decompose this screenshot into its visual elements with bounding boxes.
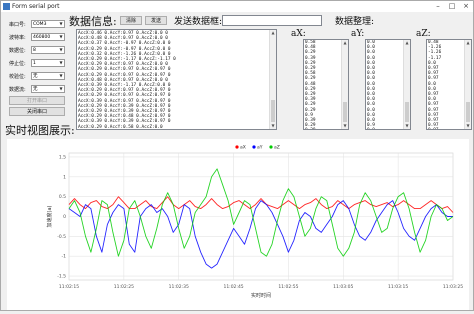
clear-button[interactable]: 清除 xyxy=(120,16,142,25)
chevron-up-icon[interactable]: ▲ xyxy=(404,40,410,46)
ay-label: aY: xyxy=(351,29,365,39)
ay-list[interactable]: 0.0 0.0 0.0 0.0 0.0 0.0 0.0 0.0 0.0 0.0 0.0 0.0 0.0 0… xyxy=(365,39,411,130)
y-tick-label: 0.5 xyxy=(59,194,66,200)
port-label: 串口号: xyxy=(9,22,26,28)
send-title: 发送数据框: xyxy=(174,17,223,27)
port-select[interactable]: COM3 ▼ xyxy=(31,20,65,28)
legend-label-ax: aX xyxy=(240,145,246,151)
ax-list[interactable]: 0.58 0.48 0.29 0.39 0.29 0.29 0.58 0.29 0.48 0.29… xyxy=(303,39,349,130)
flow-select[interactable]: 无 ▼ xyxy=(31,85,65,93)
legend-marker-ay xyxy=(252,145,256,149)
chevron-down-icon: ▼ xyxy=(59,34,63,39)
x-tick-label: 11:03:05 xyxy=(333,284,353,290)
y-tick-label: -1 xyxy=(62,254,67,260)
ax-label: aX: xyxy=(291,29,306,39)
az-scrollbar[interactable]: ▲ ▼ xyxy=(464,40,471,129)
list-item: AccX:0.29 0.AccY:0.58 0.AccZ:0.0 xyxy=(78,124,163,130)
info-scrollbar[interactable]: ▲ ▼ xyxy=(269,30,276,129)
chevron-up-icon[interactable]: ▲ xyxy=(270,30,276,36)
y-tick-label: 1 xyxy=(63,174,66,180)
baud-label: 波特率: xyxy=(9,35,26,41)
stopbits-label: 停止位: xyxy=(9,61,26,67)
az-label: aZ: xyxy=(416,29,431,39)
x-tick-label: 11:02:55 xyxy=(278,284,298,290)
chevron-down-icon[interactable]: ▼ xyxy=(465,123,471,129)
chevron-down-icon: ▼ xyxy=(59,47,63,52)
databits-label: 数据位: xyxy=(9,48,26,54)
baud-select[interactable]: 460800 ▼ xyxy=(31,33,65,41)
chevron-down-icon: ▼ xyxy=(59,60,63,65)
ay-scrollbar[interactable]: ▲ ▼ xyxy=(403,40,410,129)
app-icon xyxy=(3,3,10,10)
az-list[interactable]: 0.48 -1.26 -1.26 -1.17 0.0 0.97 0.97 0.97 0.0 0.0… xyxy=(426,39,472,130)
databits-select[interactable]: 8 ▼ xyxy=(31,46,65,54)
x-tick-label: 11:03:25 xyxy=(443,284,463,290)
legend-marker-ax xyxy=(235,145,239,149)
chevron-up-icon[interactable]: ▲ xyxy=(342,40,348,46)
x-tick-label: 11:03:15 xyxy=(388,284,408,290)
x-axis-label: 实时时间 xyxy=(251,292,271,299)
x-tick-label: 11:02:15 xyxy=(59,284,79,290)
legend-label-ay: aY xyxy=(257,145,263,151)
window-title: Form serial port xyxy=(12,3,60,10)
flow-label: 数据流: xyxy=(9,87,26,93)
open-port-button[interactable]: 打开串口 xyxy=(9,96,65,105)
scroll-thumb[interactable] xyxy=(343,102,347,122)
chevron-down-icon[interactable]: ▼ xyxy=(342,123,348,129)
y-tick-label: -1.5 xyxy=(57,274,66,280)
parity-select[interactable]: 无 ▼ xyxy=(31,72,65,80)
x-tick-label: 11:02:35 xyxy=(169,284,189,290)
info-textarea[interactable]: AccX:0.46 0.AccY:0.97 0.AccZ:0.0 0 AccX:0… xyxy=(76,29,277,130)
realtime-title: 实时视图展示: xyxy=(5,124,75,137)
scroll-thumb[interactable] xyxy=(405,102,409,122)
ax-scrollbar[interactable]: ▲ ▼ xyxy=(341,40,348,129)
scroll-thumb[interactable] xyxy=(271,100,275,122)
y-tick-label: 0 xyxy=(63,214,66,220)
chevron-down-icon[interactable]: ▼ xyxy=(404,123,410,129)
realtime-chart: 1.5 1 0.5 0 -0.5 -1 -1.5 11:02:15 11:02:25 11:02:… xyxy=(7,139,469,310)
close-icon[interactable]: × xyxy=(459,1,473,12)
organize-title: 数据整理: xyxy=(335,17,375,27)
chevron-down-icon[interactable]: ▼ xyxy=(270,123,276,129)
info-title: 数据信息: xyxy=(69,15,117,28)
x-tick-label: 11:02:45 xyxy=(223,284,243,290)
send-button[interactable]: 发送 xyxy=(145,16,167,25)
scroll-thumb[interactable] xyxy=(466,102,470,122)
chevron-down-icon: ▼ xyxy=(59,86,63,91)
send-input[interactable] xyxy=(222,15,322,26)
legend-label-az: aZ xyxy=(274,145,280,151)
x-tick-label: 11:02:25 xyxy=(114,284,134,290)
main-window: Form serial port – □ × 串口号: COM3 ▼ 波特率: 4… xyxy=(0,0,474,311)
close-port-button[interactable]: 关闭串口 xyxy=(9,107,65,116)
stopbits-select[interactable]: 1 ▼ xyxy=(31,59,65,67)
chevron-up-icon[interactable]: ▲ xyxy=(465,40,471,46)
chevron-down-icon: ▼ xyxy=(59,21,63,26)
chevron-down-icon: ▼ xyxy=(59,73,63,78)
y-tick-label: 1.5 xyxy=(59,154,66,160)
y-axis-label: 加速度(a) xyxy=(46,205,53,227)
y-tick-label: -0.5 xyxy=(57,234,66,240)
maximize-icon[interactable]: □ xyxy=(445,1,459,12)
title-bar: Form serial port – □ × xyxy=(1,1,473,12)
parity-label: 校验位: xyxy=(9,74,26,80)
chart-svg: 1.5 1 0.5 0 -0.5 -1 -1.5 11:02:15 11:02:25 11:02:… xyxy=(46,145,463,299)
minimize-icon[interactable]: – xyxy=(431,1,445,12)
legend-marker-az xyxy=(269,145,273,149)
